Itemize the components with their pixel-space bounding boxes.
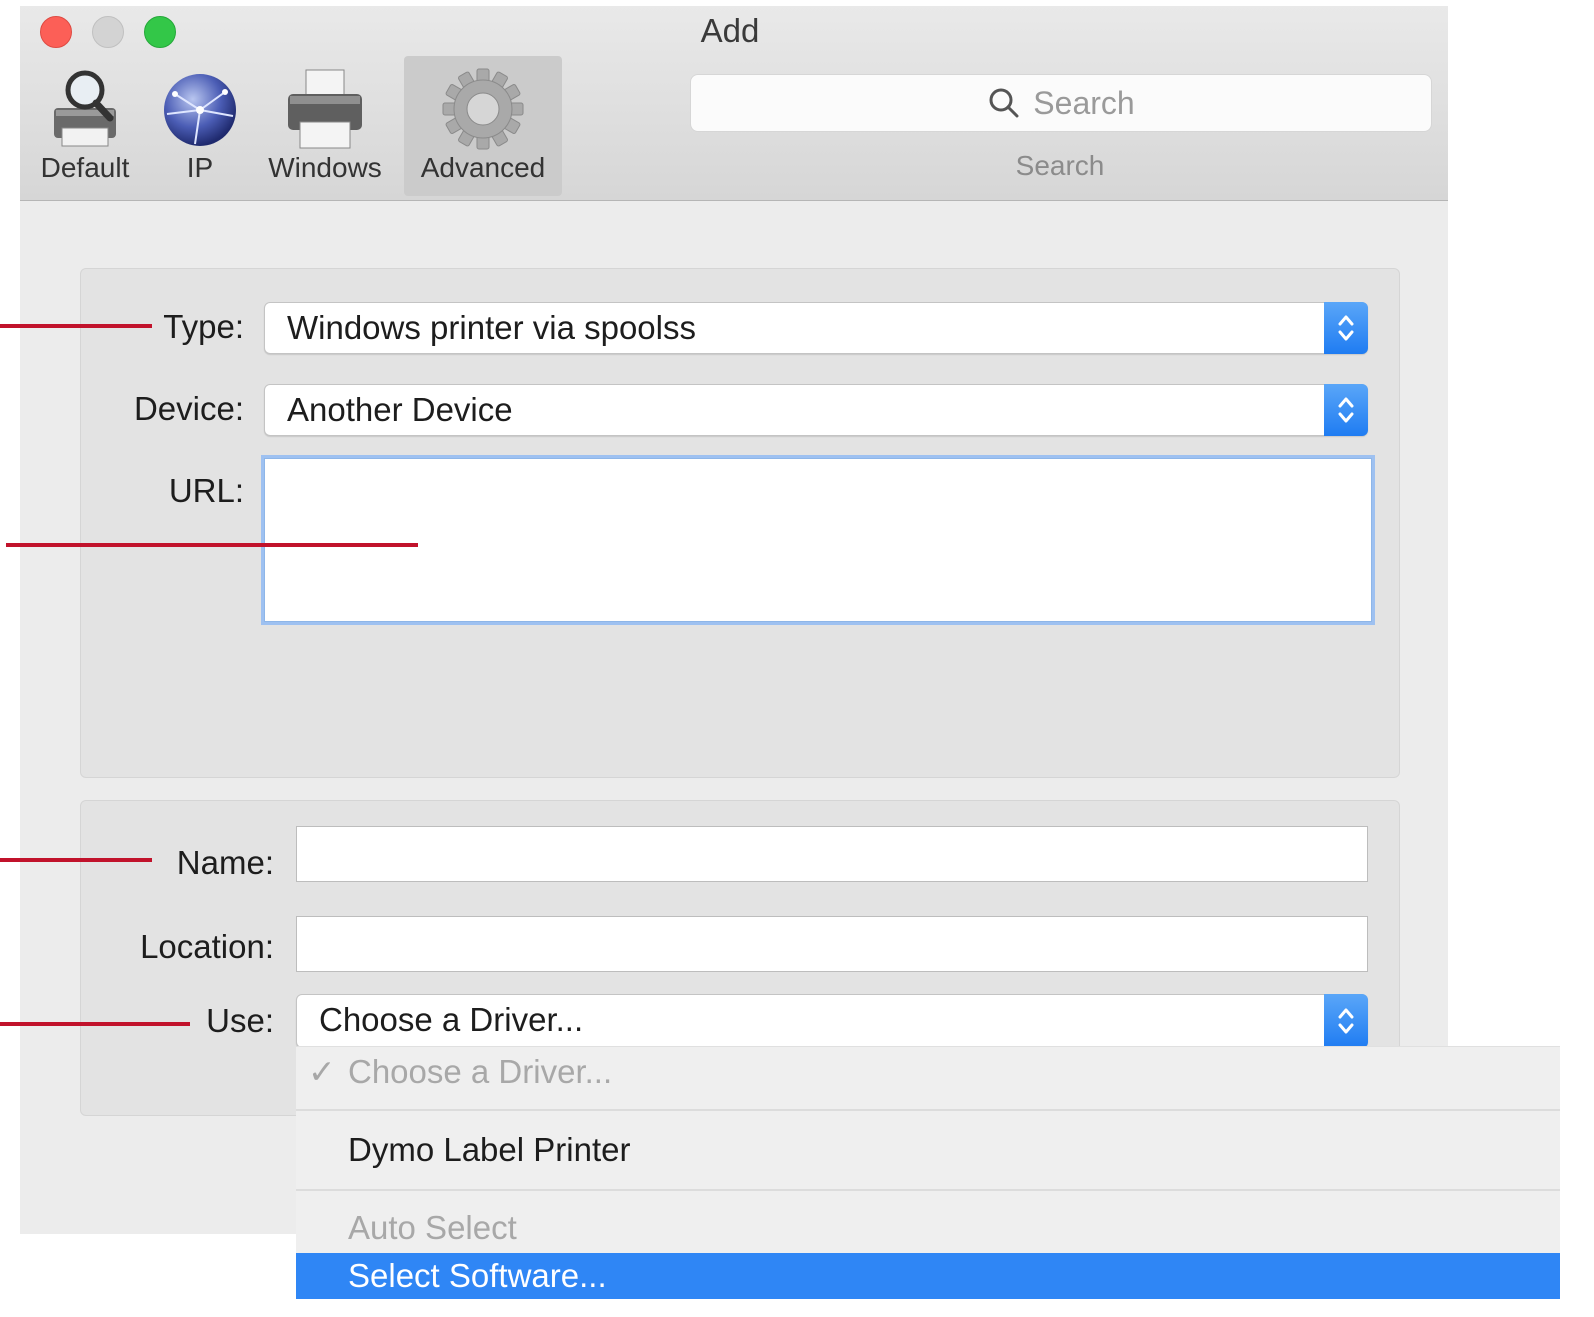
menu-item-label: Dymo Label Printer (348, 1131, 631, 1168)
search-caption: Search (1015, 150, 1105, 181)
search-input[interactable]: Search (690, 74, 1432, 132)
printer-search-icon (54, 70, 116, 147)
toolbar-ip[interactable]: IP (152, 56, 248, 196)
use-value: Choose a Driver... (319, 1001, 584, 1038)
search-placeholder: Search (1033, 84, 1135, 121)
annotation-line-type (0, 324, 152, 328)
annotation-line-url (6, 543, 418, 547)
type-stepper-icon (1324, 302, 1368, 354)
window-title: Add (700, 12, 760, 49)
title-toolbar: Add Default IP Windows Advanced Search S… (20, 6, 1448, 201)
location-field[interactable] (296, 916, 1368, 972)
menu-item-label: Auto Select (348, 1209, 517, 1246)
name-label: Name: (176, 844, 274, 881)
menu-separator (296, 1109, 1560, 1111)
type-popup[interactable]: Windows printer via spoolss (264, 302, 1368, 354)
menu-item-label: Select Software... (348, 1257, 607, 1294)
url-field[interactable] (264, 458, 1372, 622)
menu-item-dymo-label-printer[interactable]: Dymo Label Printer (296, 1127, 1560, 1173)
use-driver-menu: ✓ Choose a Driver... Dymo Label Printer … (296, 1046, 1560, 1299)
menu-item-choose-driver: ✓ Choose a Driver... (296, 1049, 1560, 1095)
location-label: Location: (140, 928, 274, 965)
device-label: Device: (133, 390, 244, 427)
menu-item-label: Choose a Driver... (348, 1053, 613, 1090)
checkmark-icon: ✓ (308, 1053, 336, 1090)
device-popup[interactable]: Another Device (264, 384, 1368, 436)
device-stepper-icon (1324, 384, 1368, 436)
toolbar-advanced-label: Advanced (420, 152, 546, 183)
annotation-line-name (0, 858, 152, 862)
gear-icon (442, 68, 524, 150)
toolbar-ip-label: IP (186, 152, 214, 183)
device-value: Another Device (287, 391, 513, 428)
globe-network-icon (164, 74, 236, 146)
printer-icon (288, 69, 362, 149)
name-field[interactable] (296, 826, 1368, 882)
use-stepper-icon (1324, 994, 1368, 1048)
annotation-line-use (0, 1022, 190, 1026)
toolbar-windows[interactable]: Windows (260, 56, 390, 196)
type-value: Windows printer via spoolss (287, 309, 696, 346)
use-label: Use: (206, 1002, 274, 1039)
toolbar-default[interactable]: Default (30, 56, 140, 196)
search-icon (989, 88, 1019, 118)
use-popup[interactable]: Choose a Driver... (296, 994, 1368, 1048)
menu-separator (296, 1189, 1560, 1191)
menu-item-select-software[interactable]: Select Software... (296, 1253, 1560, 1299)
toolbar-advanced[interactable]: Advanced (404, 56, 562, 196)
menu-item-auto-select: Auto Select (296, 1205, 1560, 1251)
toolbar-default-label: Default (40, 152, 130, 183)
url-label: URL: (168, 472, 244, 509)
toolbar-windows-label: Windows (268, 152, 382, 183)
